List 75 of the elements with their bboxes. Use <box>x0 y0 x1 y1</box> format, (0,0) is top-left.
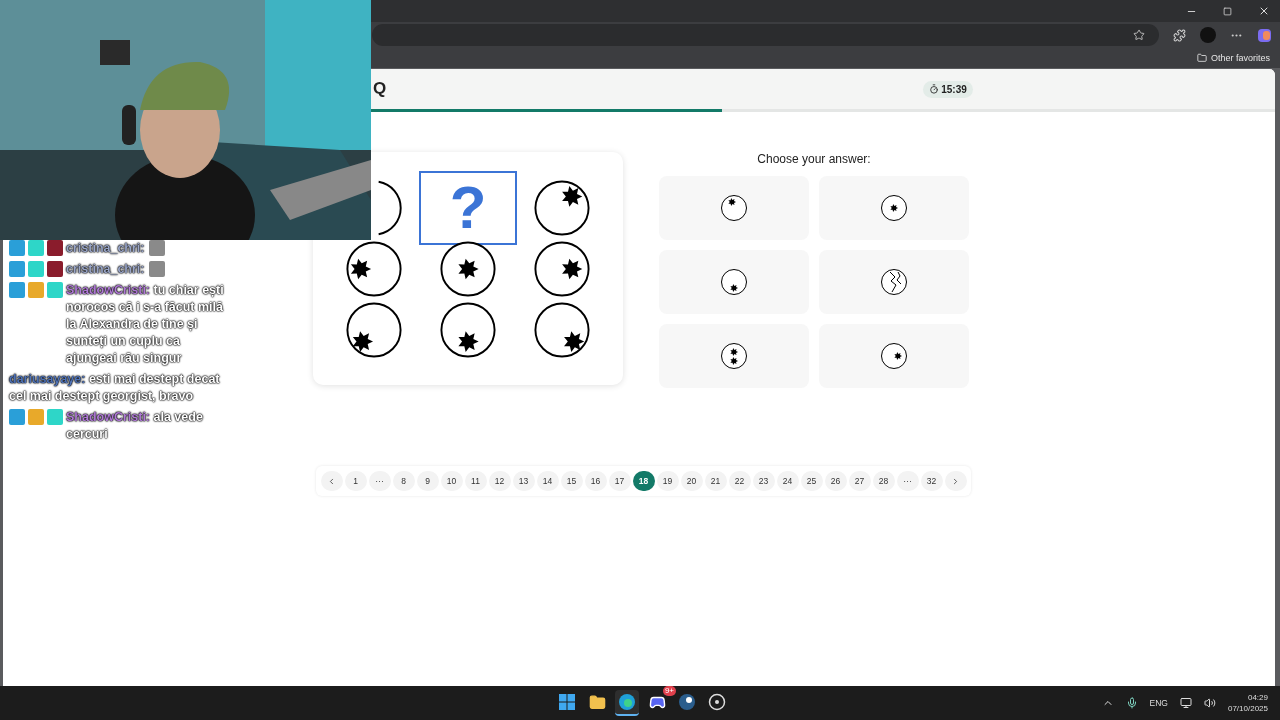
stopwatch-icon <box>929 84 940 94</box>
extensions-icon[interactable] <box>1173 28 1186 42</box>
page-title: Q <box>373 79 387 99</box>
page-button[interactable]: 14 <box>536 471 559 491</box>
language-indicator[interactable]: ENG <box>1149 698 1168 708</box>
clock[interactable]: 04:29 07/10/2025 <box>1227 693 1268 713</box>
folder-icon[interactable] <box>1196 53 1207 63</box>
chat-badge-icon <box>47 240 63 256</box>
circle-figure-icon <box>439 300 497 359</box>
page-button[interactable]: 13 <box>512 471 535 491</box>
page-button[interactable]: 16 <box>584 471 607 491</box>
circle-figure-icon <box>345 300 403 359</box>
chat-badge-icon <box>28 409 44 425</box>
circle-figure-icon <box>533 178 591 237</box>
circle-figure-icon <box>880 268 908 296</box>
page-button[interactable]: 25 <box>800 471 823 491</box>
circle-figure-icon <box>720 194 748 222</box>
page-button[interactable]: 15 <box>560 471 583 491</box>
chat-badge-icon <box>47 409 63 425</box>
page-button[interactable]: 24 <box>776 471 799 491</box>
close-icon[interactable] <box>1258 5 1270 17</box>
chat-message: cristina_chri: <box>66 240 145 257</box>
notification-badge: 9+ <box>662 686 676 696</box>
page-button[interactable]: 12 <box>488 471 511 491</box>
page-button[interactable]: 19 <box>656 471 679 491</box>
missing-cell: ? <box>419 170 517 245</box>
page-ellipsis: ··· <box>368 471 391 491</box>
chat-badge-icon <box>9 240 25 256</box>
copilot-icon[interactable] <box>1257 27 1272 43</box>
chevron-left-icon[interactable] <box>327 476 336 486</box>
circle-figure-icon <box>880 342 908 370</box>
page-button[interactable]: 1 <box>344 471 367 491</box>
page-button[interactable]: 18 <box>632 471 655 491</box>
page-button[interactable]: 20 <box>680 471 703 491</box>
chat-badge-icon <box>28 240 44 256</box>
network-icon[interactable] <box>1179 697 1192 709</box>
page-button[interactable]: 26 <box>824 471 847 491</box>
page-button[interactable]: 8 <box>392 471 415 491</box>
page-button[interactable]: 17 <box>608 471 631 491</box>
page-ellipsis: ··· <box>896 471 919 491</box>
chat-badge-icon <box>28 282 44 298</box>
chat-badge-icon <box>9 409 25 425</box>
chat-badge-icon <box>47 282 63 298</box>
chat-badge-icon <box>47 261 63 277</box>
circle-figure-icon <box>720 342 748 370</box>
page-button[interactable]: 10 <box>440 471 463 491</box>
volume-icon[interactable] <box>1203 697 1216 709</box>
circle-figure-icon <box>533 239 591 298</box>
circle-figure-icon <box>439 239 497 298</box>
favorite-star-icon[interactable] <box>1133 29 1145 41</box>
page-button[interactable]: 23 <box>752 471 775 491</box>
answer-prompt: Choose your answer: <box>757 152 871 166</box>
chat-message: ShadowCristi: ala vede cercuri <box>66 409 205 443</box>
microphone-icon[interactable] <box>1125 697 1138 709</box>
page-button[interactable]: 21 <box>704 471 727 491</box>
circle-figure-icon <box>880 194 908 222</box>
circle-figure-icon <box>345 239 403 298</box>
chat-badge-icon <box>9 261 25 277</box>
page-button[interactable]: 11 <box>464 471 487 491</box>
circle-figure-icon <box>533 300 591 359</box>
timer-value: 15:39 <box>941 83 967 95</box>
circle-arc-icon <box>377 180 402 235</box>
page-button[interactable]: 9 <box>416 471 439 491</box>
chevron-right-icon[interactable] <box>951 476 960 486</box>
page-button[interactable]: 32 <box>920 471 943 491</box>
chat-badge-icon <box>28 261 44 277</box>
chat-badge-icon <box>9 282 25 298</box>
page-button[interactable]: 28 <box>872 471 895 491</box>
page-button[interactable]: 22 <box>728 471 751 491</box>
restore-icon[interactable] <box>1223 6 1232 16</box>
browser-icon[interactable] <box>615 690 639 716</box>
bookmark-link[interactable]: Other favorites <box>1210 53 1270 63</box>
page-button[interactable]: 27 <box>848 471 871 491</box>
chat-message: cristina_chri: <box>66 261 145 278</box>
circle-figure-icon <box>720 268 748 296</box>
